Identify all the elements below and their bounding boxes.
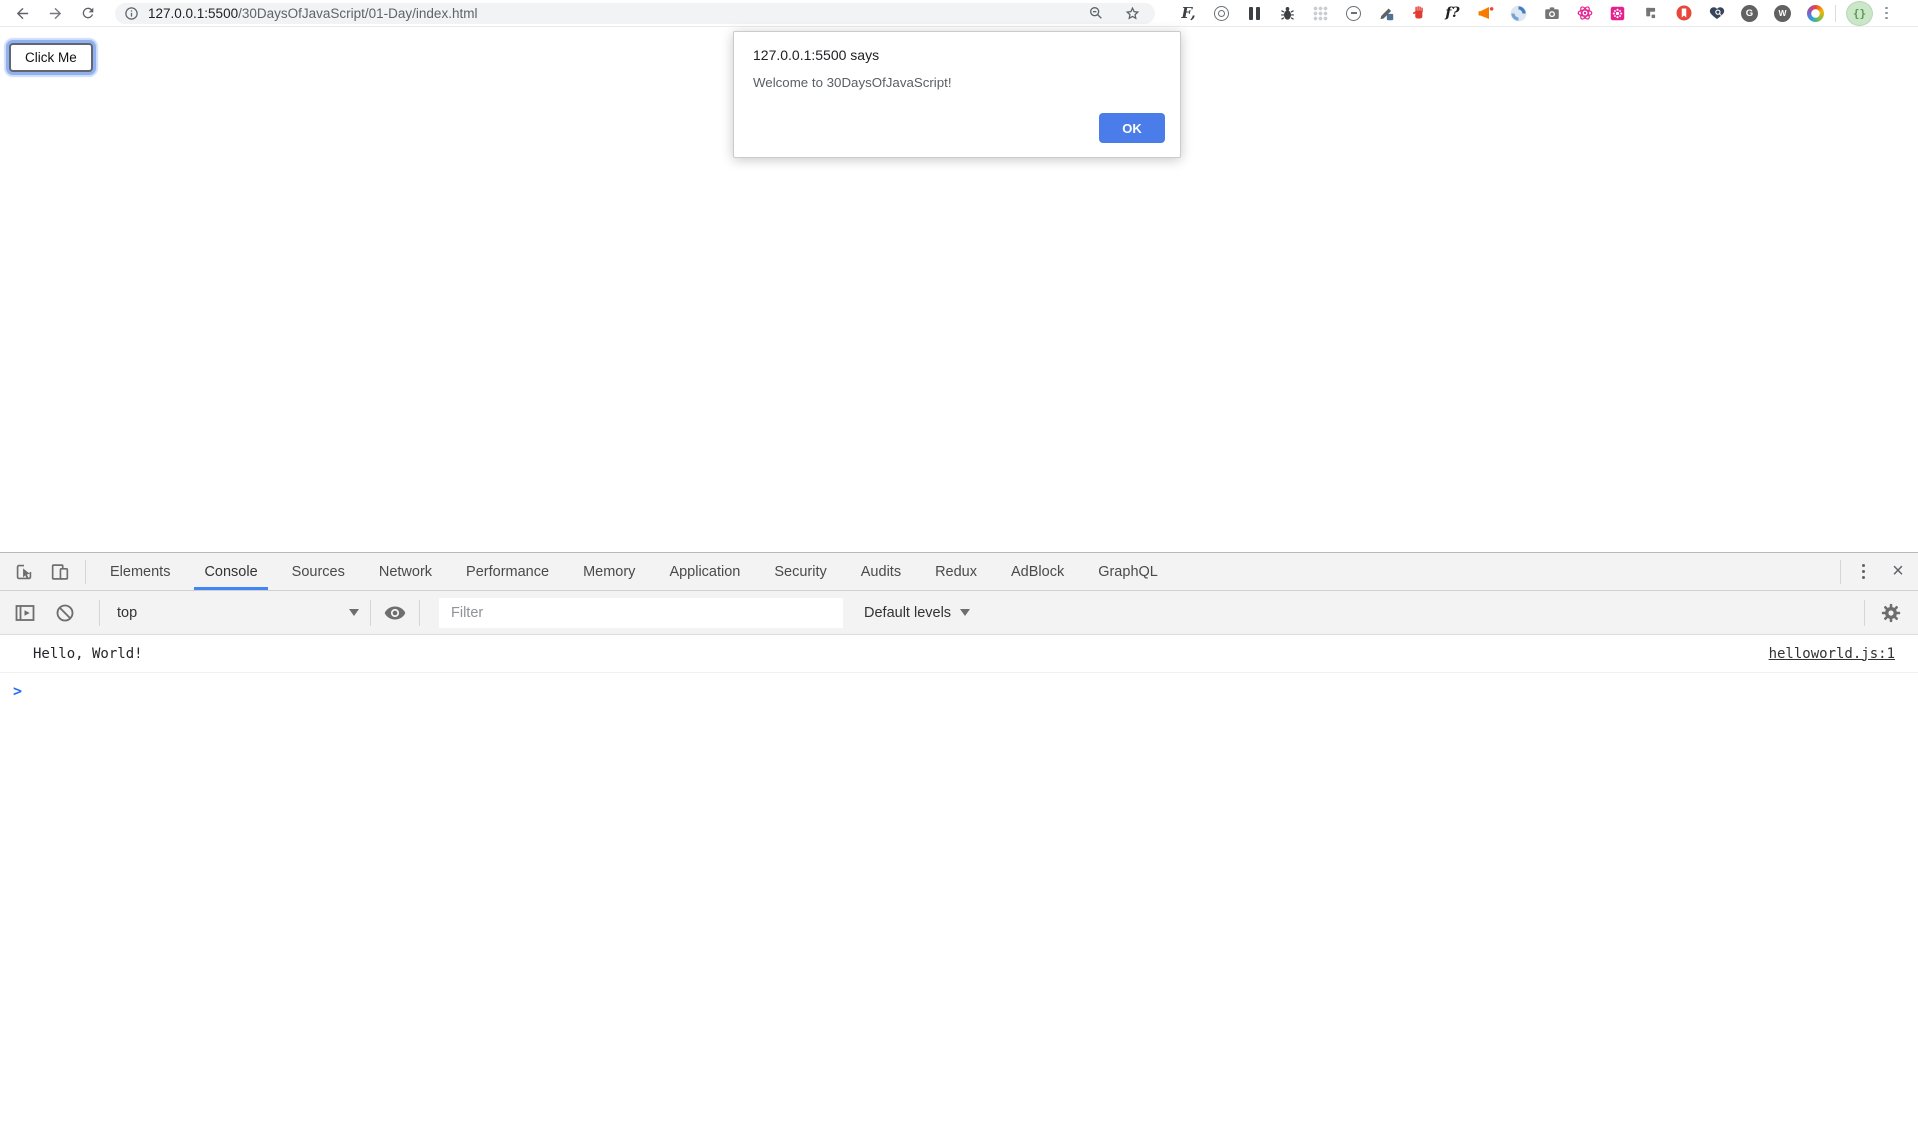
fonts-script-f-icon[interactable]: F, [1179,4,1198,23]
devtools-tabbar: Elements Console Sources Network Perform… [0,553,1918,591]
chevron-down-icon [349,609,359,616]
execution-context-value: top [117,605,137,621]
color-wheel-icon[interactable] [1806,4,1825,23]
font-question-icon[interactable]: f? [1443,4,1462,23]
letter-w-icon[interactable]: W [1773,4,1792,23]
tab-performance[interactable]: Performance [449,553,566,590]
camera-icon[interactable] [1542,4,1561,23]
bookmark-star-icon[interactable] [1124,5,1141,22]
loop-target-icon[interactable] [1212,4,1231,23]
gear-icon[interactable] [1878,600,1904,626]
back-icon[interactable] [10,2,34,24]
tab-memory[interactable]: Memory [566,553,652,590]
divider [1864,600,1865,626]
divider [85,560,86,584]
address-bar[interactable]: 127.0.0.1:5500/30DaysOfJavaScript/01-Day… [115,3,1155,24]
url-path: /30DaysOfJavaScript/01-Day/index.html [238,6,477,21]
eyedropper-icon[interactable] [1377,4,1396,23]
extensions-strip: F, f? [1179,4,1825,23]
url-host: 127.0.0.1:5500 [148,6,238,21]
alert-title: 127.0.0.1:5500 says [753,47,1161,63]
reload-icon[interactable] [76,2,100,24]
tab-graphql[interactable]: GraphQL [1081,553,1175,590]
stop-hand-icon[interactable] [1410,4,1429,23]
gray-pipe-icon[interactable] [1641,4,1660,23]
megaphone-icon[interactable] [1476,4,1495,23]
page-content: Click Me 127.0.0.1:5500 says Welcome to … [0,27,1918,552]
console-toolbar: top Default levels [0,591,1918,635]
console-drawer-icon[interactable] [12,600,38,626]
pause-bars-icon[interactable] [1245,4,1264,23]
pink-gear-square-icon[interactable] [1608,4,1627,23]
tab-redux[interactable]: Redux [918,553,994,590]
dash-circle-icon[interactable] [1344,4,1363,23]
tab-adblock[interactable]: AdBlock [994,553,1081,590]
log-levels-select[interactable]: Default levels [864,605,970,621]
ok-button[interactable]: OK [1099,113,1165,143]
console-message-text: Hello, World! [33,646,143,662]
letter-g-icon[interactable]: G [1740,4,1759,23]
divider [419,600,420,626]
click-me-button[interactable]: Click Me [9,43,93,72]
tab-network[interactable]: Network [362,553,449,590]
tab-security[interactable]: Security [757,553,843,590]
log-levels-label: Default levels [864,605,951,621]
alert-dialog: 127.0.0.1:5500 says Welcome to 30DaysOfJ… [733,31,1181,158]
alert-message: Welcome to 30DaysOfJavaScript! [753,75,1161,90]
browser-toolbar: 127.0.0.1:5500/30DaysOfJavaScript/01-Day… [0,0,1918,27]
divider [1840,560,1841,584]
red-bookmark-icon[interactable] [1674,4,1693,23]
kebab-menu-icon[interactable] [1877,7,1896,20]
eye-icon[interactable] [382,600,408,626]
clear-console-icon[interactable] [52,600,78,626]
divider [1835,5,1836,22]
tab-audits[interactable]: Audits [844,553,918,590]
filter-input[interactable] [439,598,843,628]
pink-atom-icon[interactable] [1575,4,1594,23]
bug-icon[interactable] [1278,4,1297,23]
faded-grid-icon[interactable] [1311,4,1330,23]
execution-context-select[interactable]: top [117,605,359,621]
zoom-icon[interactable] [1088,5,1104,21]
close-icon[interactable]: × [1878,553,1918,590]
source-link[interactable]: helloworld.js:1 [1769,646,1895,662]
divider [99,600,100,626]
devtools-kebab-menu-icon[interactable] [1848,553,1878,590]
url-text[interactable]: 127.0.0.1:5500/30DaysOfJavaScript/01-Day… [148,6,477,21]
blue-swirl-icon[interactable] [1509,4,1528,23]
device-toolbar-icon[interactable] [42,553,78,590]
inspect-icon[interactable] [6,553,42,590]
divider [370,600,371,626]
console-prompt[interactable]: > [0,673,1918,709]
prompt-chevron-icon: > [13,682,22,700]
devtools-panel: Elements Console Sources Network Perform… [0,552,1918,1146]
browser-window: 127.0.0.1:5500/30DaysOfJavaScript/01-Day… [0,0,1918,1146]
heart-search-icon[interactable] [1707,4,1726,23]
chevron-down-icon [960,609,970,616]
tab-console[interactable]: Console [187,553,274,590]
tab-elements[interactable]: Elements [93,553,187,590]
tab-application[interactable]: Application [652,553,757,590]
profile-avatar[interactable]: {} [1846,1,1873,26]
tab-sources[interactable]: Sources [275,553,362,590]
spacer [1175,553,1833,590]
console-message-row: Hello, World! helloworld.js:1 [0,635,1918,673]
info-icon[interactable] [124,6,139,21]
forward-icon[interactable] [43,2,67,24]
